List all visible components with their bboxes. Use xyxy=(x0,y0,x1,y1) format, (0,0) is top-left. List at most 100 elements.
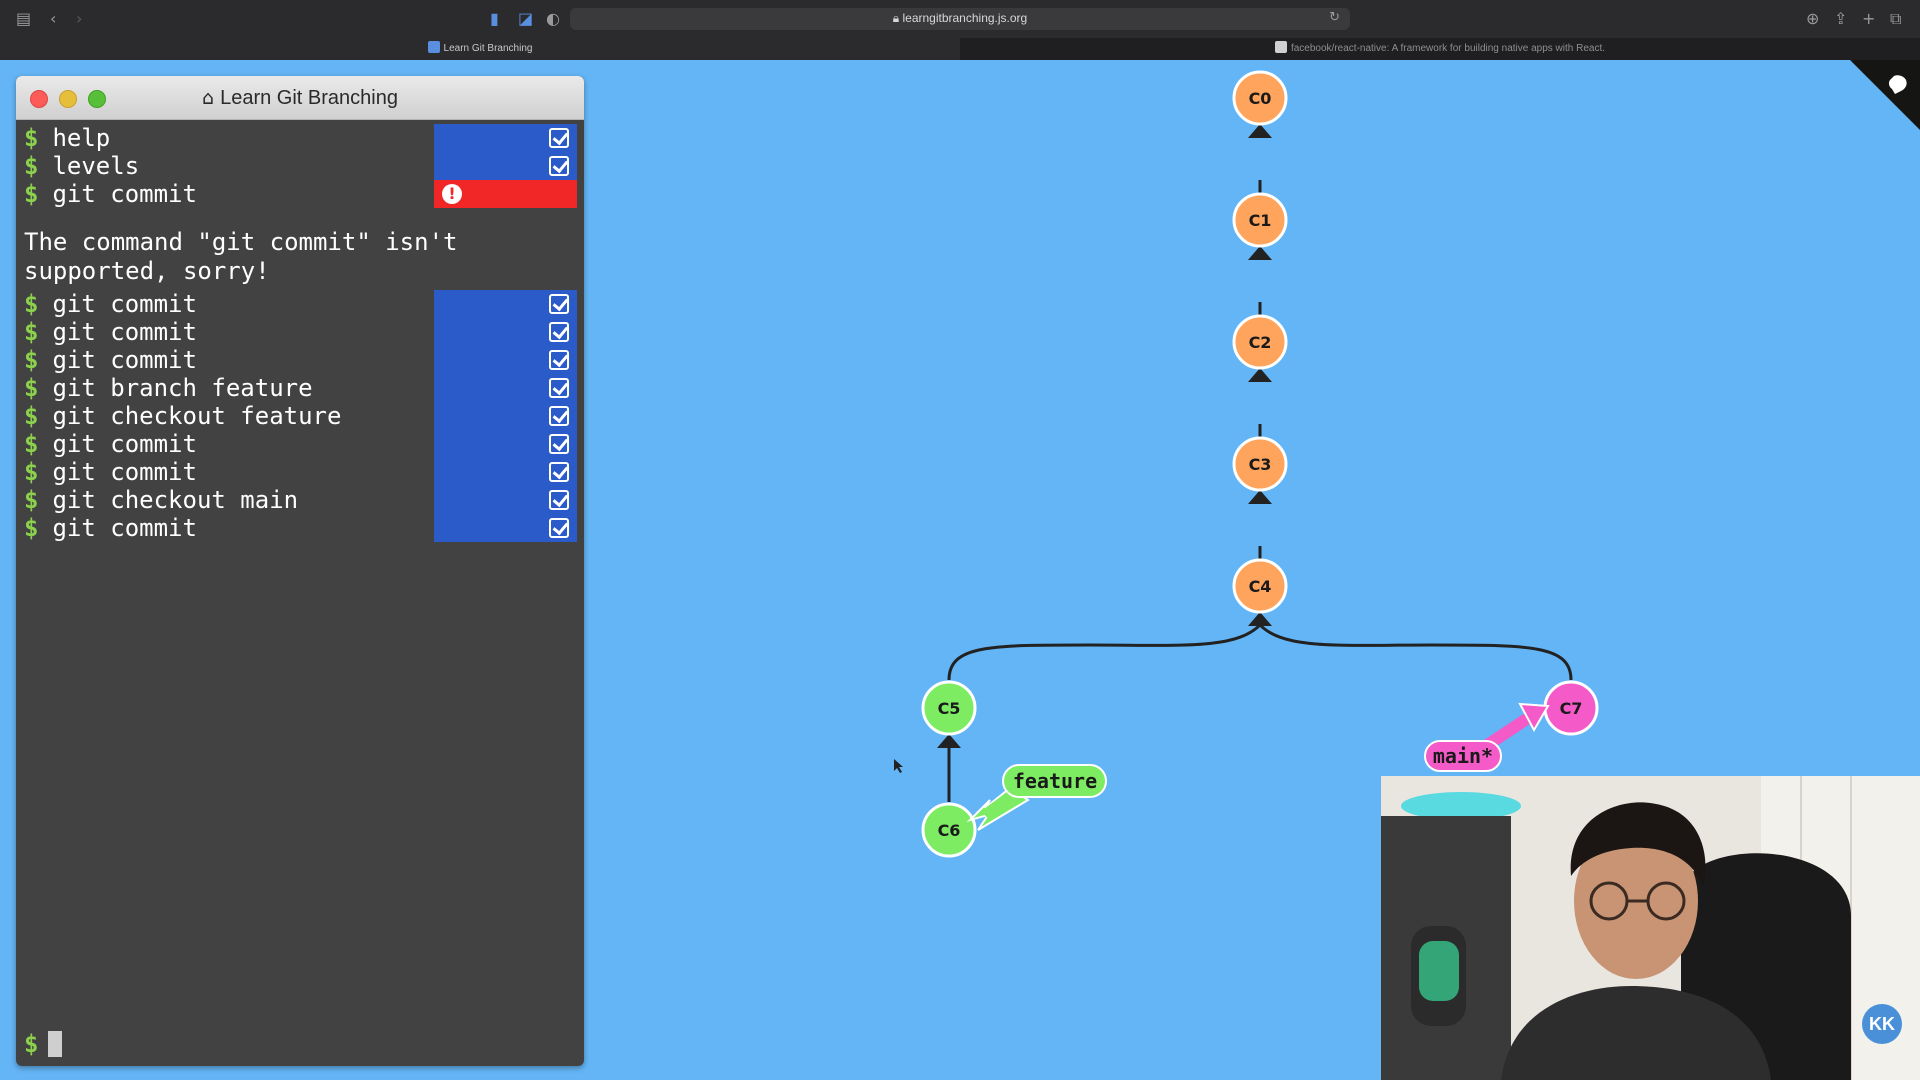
command-input[interactable]: $ xyxy=(24,1030,63,1058)
checkbox-icon xyxy=(549,406,569,426)
status-success xyxy=(434,124,577,152)
commit-c4[interactable]: C4 xyxy=(1232,558,1288,614)
commit-c3[interactable]: C3 xyxy=(1232,436,1288,492)
error-icon: ! xyxy=(442,184,462,204)
forward-icon[interactable]: › xyxy=(76,10,82,28)
commit-label: C1 xyxy=(1249,211,1272,230)
commit-c1[interactable]: C1 xyxy=(1232,192,1288,248)
prompt-symbol: $ xyxy=(24,486,39,514)
arrowhead-c4 xyxy=(1248,612,1272,626)
checkbox-icon xyxy=(549,322,569,342)
branch-label: feature xyxy=(1013,769,1097,793)
commit-c7[interactable]: C7 xyxy=(1543,680,1599,736)
edge-arrowheads xyxy=(937,124,1272,748)
reader-icon[interactable]: ▮ xyxy=(490,10,499,28)
downloads-icon[interactable]: ⊕ xyxy=(1806,10,1819,28)
branch-main[interactable]: main* xyxy=(1424,702,1550,772)
prompt-symbol: $ xyxy=(24,402,39,430)
new-tab-icon[interactable]: + xyxy=(1862,10,1875,28)
checkbox-icon xyxy=(549,462,569,482)
history-command: git checkout feature xyxy=(52,402,342,430)
commit-label: C7 xyxy=(1560,699,1583,718)
prompt-symbol: $ xyxy=(24,458,39,486)
history-command: levels xyxy=(52,152,140,180)
browser-toolbar: ▤ ‹ › ▮ ◪ ◐ 🔒︎ learngitbranching.js.org … xyxy=(0,0,1920,38)
commit-label: C0 xyxy=(1249,89,1272,108)
tab-learn-git-branching[interactable]: Learn Git Branching xyxy=(0,38,960,60)
arrowhead-c1 xyxy=(1248,246,1272,260)
checkbox-icon xyxy=(549,490,569,510)
tab-label: Learn Git Branching xyxy=(443,43,533,54)
history-command: git commit xyxy=(52,346,197,374)
prompt-symbol: $ xyxy=(24,290,39,318)
terminal-history: $ help $ levels $ git commit ! The command … xyxy=(16,120,584,1066)
webcam-overlay: KK xyxy=(1381,776,1920,1080)
share-icon[interactable]: ⇪ xyxy=(1834,10,1847,28)
status-success-block xyxy=(434,290,577,542)
commit-c2[interactable]: C2 xyxy=(1232,314,1288,370)
reload-icon[interactable]: ↻ xyxy=(1329,10,1340,25)
checkbox-icon xyxy=(549,518,569,538)
prompt-symbol: $ xyxy=(24,346,39,374)
prompt-symbol: $ xyxy=(24,514,39,542)
home-icon: ⌂ xyxy=(202,87,215,109)
history-command: git checkout main xyxy=(52,486,299,514)
arrowhead-c0 xyxy=(1248,124,1272,138)
tab-overview-icon[interactable]: ⧉ xyxy=(1890,10,1901,28)
edge-c7-c4 xyxy=(1258,623,1573,681)
status-success xyxy=(434,152,577,180)
history-command: git commit xyxy=(52,430,197,458)
prompt-symbol: $ xyxy=(24,180,39,208)
mouse-cursor-icon xyxy=(894,759,903,773)
command-terminal: ⌂ Learn Git Branching $ help $ levels $ git … xyxy=(16,76,584,1066)
presenter-video xyxy=(1381,776,1920,1080)
prompt-symbol: $ xyxy=(24,124,39,152)
commit-c6[interactable]: C6 xyxy=(921,802,977,858)
extension-icon[interactable]: ◪ xyxy=(518,10,533,28)
sidebar-toggle-icon[interactable]: ▤ xyxy=(16,10,31,28)
history-command: help xyxy=(52,124,111,152)
text-cursor xyxy=(48,1031,63,1057)
github-corner-icon[interactable] xyxy=(1850,60,1920,130)
commit-label: C5 xyxy=(938,699,961,718)
commit-c5[interactable]: C5 xyxy=(921,680,977,736)
history-command: git commit xyxy=(52,180,197,208)
checkbox-icon xyxy=(549,434,569,454)
checkbox-icon xyxy=(549,128,569,148)
commit-label: C6 xyxy=(938,821,961,840)
github-icon xyxy=(1274,41,1287,53)
arrowhead-c5 xyxy=(937,734,961,748)
branch-feature[interactable]: feature xyxy=(966,764,1107,831)
back-icon[interactable]: ‹ xyxy=(50,10,56,28)
prompt-symbol: $ xyxy=(24,1030,39,1058)
history-command: git branch feature xyxy=(52,374,313,402)
terminal-title: Learn Git Branching xyxy=(220,87,398,109)
app-canvas: C0 C1 C2 C3 C4 C5 C6 C7 feature main* ⌂ … xyxy=(0,60,1920,1080)
prompt-symbol: $ xyxy=(24,374,39,402)
channel-logo: KK xyxy=(1862,1004,1902,1044)
commit-c0[interactable]: C0 xyxy=(1232,70,1288,126)
prompt-symbol: $ xyxy=(24,318,39,346)
checkbox-icon xyxy=(549,350,569,370)
favicon-icon xyxy=(427,41,440,53)
history-command: git commit xyxy=(52,290,197,318)
error-message: The command "git commit" isn't supported… xyxy=(24,228,458,285)
tab-label: facebook/react-native: A framework for b… xyxy=(1290,43,1606,54)
checkbox-icon xyxy=(549,378,569,398)
prompt-symbol: $ xyxy=(24,430,39,458)
tab-bar: Learn Git Branching facebook/react-nativ… xyxy=(0,38,1920,60)
address-bar[interactable]: 🔒︎ learngitbranching.js.org ↻ xyxy=(570,8,1350,30)
commit-label: C2 xyxy=(1249,333,1272,352)
checkbox-icon xyxy=(549,156,569,176)
history-command: git commit xyxy=(52,514,197,542)
prompt-symbol: $ xyxy=(24,152,39,180)
terminal-titlebar: ⌂ Learn Git Branching xyxy=(16,76,584,120)
privacy-shield-icon[interactable]: ◐ xyxy=(546,10,560,28)
history-command: git commit xyxy=(52,458,197,486)
branch-label: main* xyxy=(1433,744,1493,768)
edge-c5-c4 xyxy=(947,623,1262,681)
arrowhead-c3 xyxy=(1248,490,1272,504)
checkbox-icon xyxy=(549,294,569,314)
tab-react-native[interactable]: facebook/react-native: A framework for b… xyxy=(960,38,1920,60)
url-text: learngitbranching.js.org xyxy=(902,11,1028,25)
